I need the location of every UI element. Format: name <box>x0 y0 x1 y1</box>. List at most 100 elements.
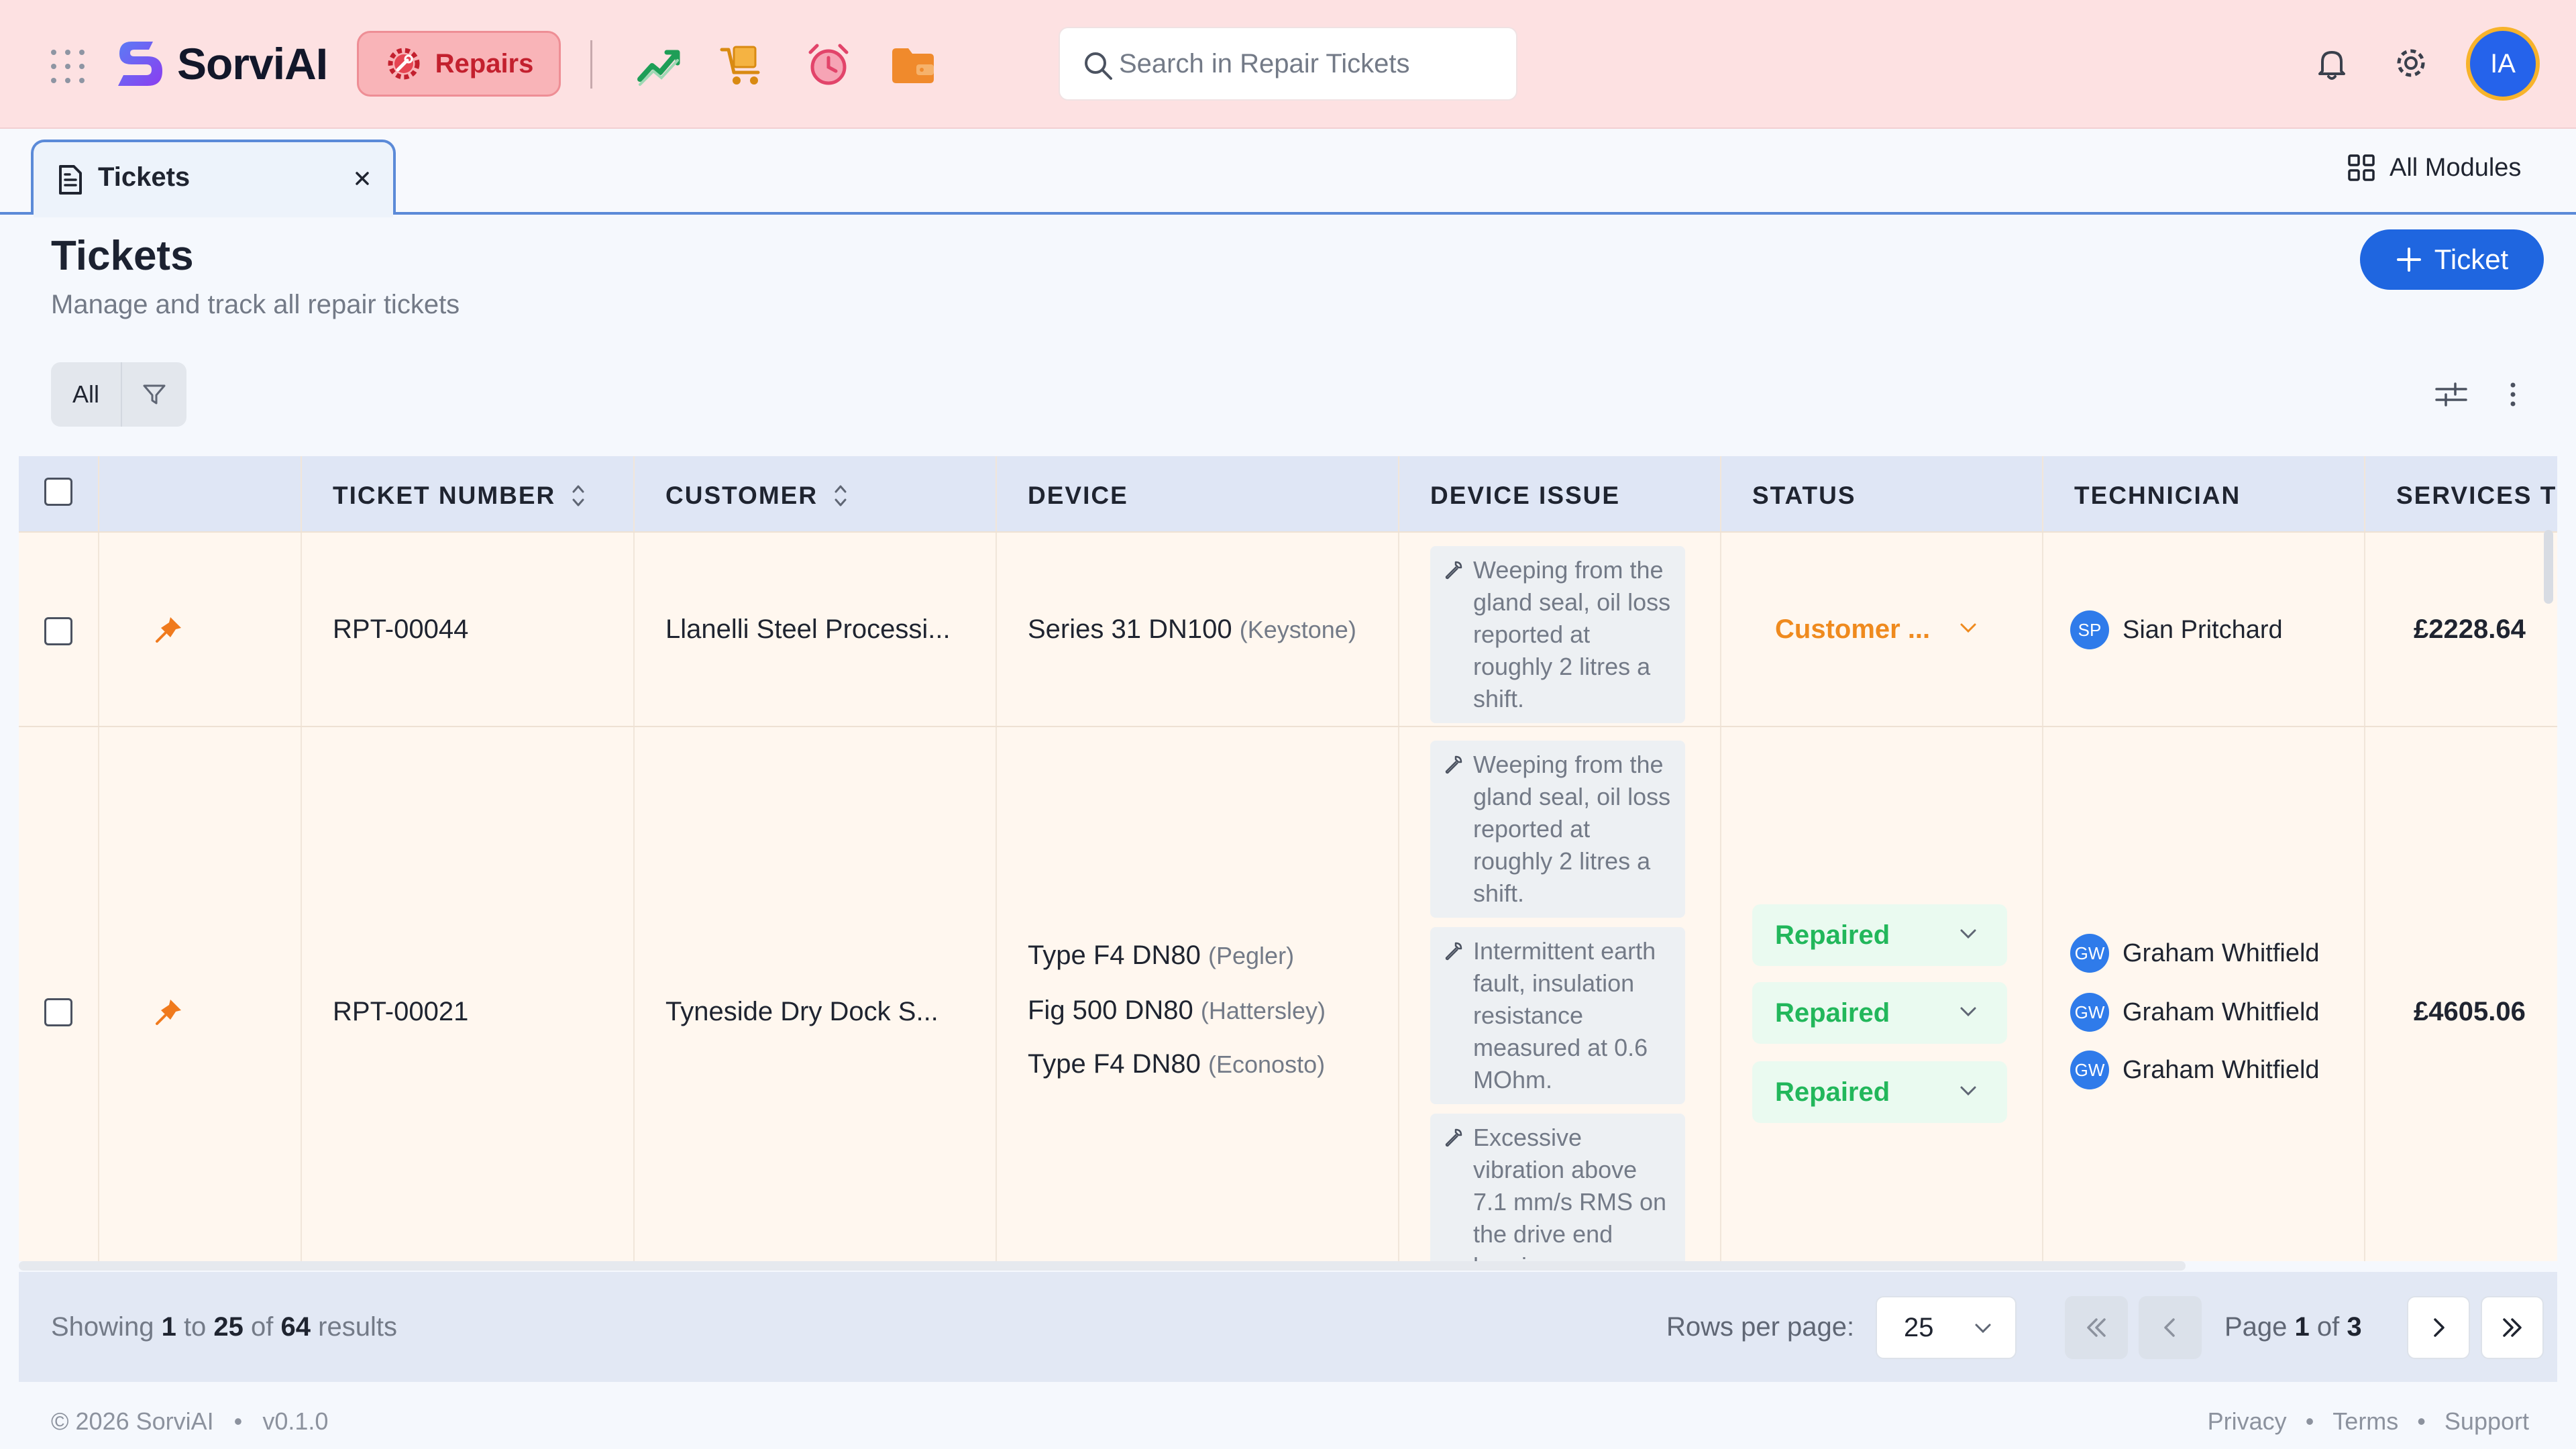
bell-icon[interactable] <box>2313 44 2351 82</box>
chevron-down-icon <box>1960 1007 1976 1017</box>
device-issue-text: Weeping from the gland seal, oil loss re… <box>1473 556 1671 712</box>
device-issue-text: Excessive vibration above 7.1 mm/s RMS o… <box>1473 1124 1667 1261</box>
summary-word: of <box>251 1312 274 1342</box>
summary-total: 64 <box>280 1312 311 1342</box>
table-header: TICKET NUMBER CUSTOMER DEVICE DEVICE ISS… <box>19 456 2557 531</box>
ticket-number[interactable]: RPT-00021 <box>333 997 468 1027</box>
column-header-device-issue[interactable]: DEVICE ISSUE <box>1430 482 1620 510</box>
status-dropdown[interactable]: Repaired <box>1752 982 2007 1044</box>
pagination-bar: Showing 1 to 25 of 64 results Rows per p… <box>19 1272 2557 1382</box>
user-avatar[interactable]: IA <box>2466 27 2540 101</box>
technician-avatar: GW <box>2070 993 2109 1032</box>
row-divider <box>19 726 2557 727</box>
summary-word: Showing <box>51 1312 154 1342</box>
technician-avatar: GW <box>2070 1051 2109 1089</box>
column-header-ticket-number[interactable]: TICKET NUMBER <box>333 482 586 510</box>
technician-name: Graham Whitfield <box>2123 938 2320 967</box>
next-page-button[interactable] <box>2407 1296 2470 1359</box>
status-dropdown[interactable]: Repaired <box>1752 1061 2007 1123</box>
tab-tickets[interactable]: Tickets <box>31 140 396 215</box>
all-modules-label: All Modules <box>2390 153 2522 182</box>
rows-per-page-select[interactable]: 25 <box>1876 1296 2017 1359</box>
terms-link[interactable]: Terms <box>2332 1407 2398 1436</box>
double-chevron-right-icon <box>2503 1318 2522 1337</box>
column-divider <box>1398 456 1399 1261</box>
add-ticket-button[interactable]: Ticket <box>2360 229 2544 290</box>
column-divider <box>301 456 302 1261</box>
repairs-module-button[interactable]: Repairs <box>357 31 561 97</box>
total-pages: 3 <box>2347 1312 2362 1342</box>
document-icon <box>59 165 82 195</box>
column-header-status[interactable]: STATUS <box>1752 482 1856 510</box>
current-page: 1 <box>2294 1312 2310 1342</box>
services-total: £2228.64 <box>2414 614 2526 644</box>
filter-all-button[interactable]: All <box>51 362 122 427</box>
close-icon[interactable] <box>350 166 374 191</box>
sort-icon <box>572 485 584 506</box>
device-issue: Excessive vibration above 7.1 mm/s RMS o… <box>1430 1114 1685 1261</box>
column-header-services-total[interactable]: SERVICES TC <box>2396 482 2557 510</box>
inventory-cart-icon[interactable] <box>719 42 766 89</box>
support-link[interactable]: Support <box>2445 1407 2529 1436</box>
search-input[interactable]: Search in Repair Tickets <box>1059 27 1517 101</box>
wrench-icon <box>1445 1128 1462 1147</box>
row-checkbox[interactable] <box>44 617 72 645</box>
column-header-customer[interactable]: CUSTOMER <box>665 482 849 510</box>
page-word: Page <box>2224 1312 2288 1342</box>
column-settings-icon[interactable] <box>2434 380 2469 409</box>
vertical-scrollbar[interactable] <box>2544 530 2553 604</box>
grid-icon <box>2348 154 2375 181</box>
status-label: Repaired <box>1775 998 1890 1028</box>
chevron-down-icon <box>1975 1324 1991 1334</box>
first-page-button[interactable] <box>2065 1296 2128 1359</box>
technician: GW Graham Whitfield <box>2070 934 2320 973</box>
tickets-table: TICKET NUMBER CUSTOMER DEVICE DEVICE ISS… <box>19 456 2557 1261</box>
horizontal-scrollbar[interactable] <box>19 1261 2186 1271</box>
privacy-link[interactable]: Privacy <box>2208 1407 2287 1436</box>
app-footer-left: © 2026 SorviAI • v0.1.0 <box>51 1407 328 1436</box>
sales-chart-icon[interactable] <box>636 42 683 89</box>
row-checkbox[interactable] <box>44 998 72 1026</box>
chevron-right-icon <box>2434 1318 2445 1337</box>
previous-page-button[interactable] <box>2139 1296 2202 1359</box>
filter-button[interactable] <box>122 362 186 427</box>
app-launcher-icon[interactable] <box>51 50 85 83</box>
column-header-device[interactable]: DEVICE <box>1028 482 1128 510</box>
pin-icon[interactable] <box>153 614 184 645</box>
column-header-technician[interactable]: TECHNICIAN <box>2074 482 2241 510</box>
technician-avatar: GW <box>2070 934 2109 973</box>
page-of-word: of <box>2316 1312 2340 1342</box>
more-options-icon[interactable] <box>2506 380 2520 409</box>
status-dropdown[interactable]: Customer ... <box>1752 598 2007 660</box>
column-divider <box>98 456 99 1261</box>
repairs-module-label: Repairs <box>435 48 534 78</box>
copyright: © 2026 SorviAI <box>51 1407 214 1435</box>
rows-per-page-label: Rows per page: <box>1666 1312 1855 1342</box>
device-entry: Fig 500 DN80 (Hattersley) <box>1028 996 1326 1026</box>
footer-separator: • <box>2305 1407 2314 1435</box>
status-dropdown[interactable]: Repaired <box>1752 904 2007 966</box>
last-page-button[interactable] <box>2481 1296 2544 1359</box>
app-name: SorviAI <box>177 39 328 89</box>
status-label: Repaired <box>1775 1077 1890 1107</box>
select-all-checkbox[interactable] <box>44 478 72 506</box>
summary-to: 25 <box>213 1312 244 1342</box>
app-logo[interactable]: SorviAI <box>111 35 328 93</box>
all-modules-button[interactable]: All Modules <box>2347 153 2521 182</box>
device-issue-text: Intermittent earth fault, insulation res… <box>1473 937 1656 1093</box>
status-label: Customer ... <box>1775 614 1931 644</box>
column-divider <box>2042 456 2043 1261</box>
gear-icon[interactable] <box>2392 44 2430 82</box>
wrench-icon <box>1445 755 1462 774</box>
technician-avatar: SP <box>2070 610 2109 649</box>
alarm-clock-icon[interactable] <box>805 42 852 89</box>
column-divider <box>633 456 635 1261</box>
app-footer-links: Privacy • Terms • Support <box>2208 1407 2529 1436</box>
status-label: Repaired <box>1775 920 1890 950</box>
repair-gear-icon <box>388 48 420 80</box>
ticket-number[interactable]: RPT-00044 <box>333 614 468 645</box>
wallet-folder-icon[interactable] <box>890 42 936 89</box>
technician: GW Graham Whitfield <box>2070 993 2320 1032</box>
device-model: Type F4 DN80 <box>1028 941 1201 970</box>
pin-icon[interactable] <box>153 997 184 1028</box>
